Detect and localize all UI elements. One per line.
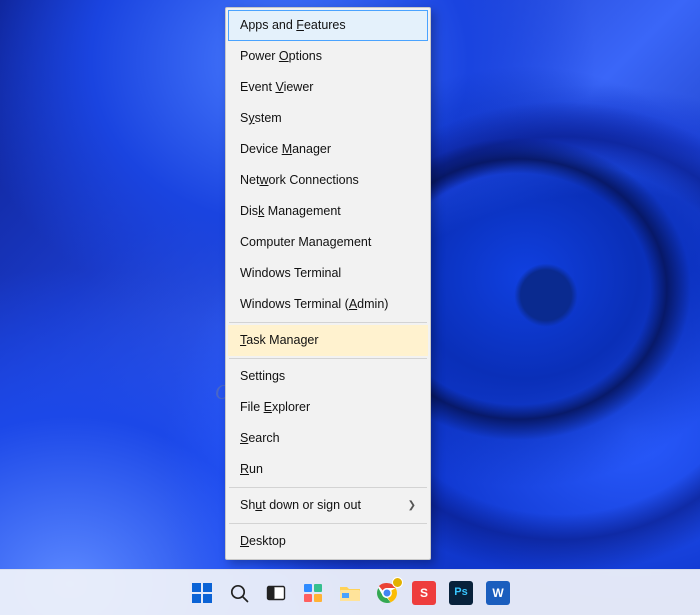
chrome-icon[interactable] — [373, 579, 401, 607]
menu-item-label: System — [240, 110, 282, 127]
menu-item-file-explorer[interactable]: File Explorer — [228, 392, 428, 423]
start-button[interactable] — [188, 579, 216, 607]
snagit-icon[interactable]: S — [410, 579, 438, 607]
menu-item-label: Windows Terminal — [240, 265, 341, 282]
taskbar: S Ps W — [0, 569, 700, 615]
menu-item-device-manager[interactable]: Device Manager — [228, 134, 428, 165]
menu-item-event-viewer[interactable]: Event Viewer — [228, 72, 428, 103]
menu-item-run[interactable]: Run — [228, 454, 428, 485]
menu-item-label: File Explorer — [240, 399, 310, 416]
search-icon[interactable] — [225, 579, 253, 607]
menu-item-label: Settings — [240, 368, 285, 385]
menu-item-task-manager[interactable]: Task Manager — [228, 325, 428, 356]
menu-item-computer-management[interactable]: Computer Management — [228, 227, 428, 258]
menu-item-search[interactable]: Search — [228, 423, 428, 454]
menu-item-label: Disk Management — [240, 203, 341, 220]
menu-item-settings[interactable]: Settings — [228, 361, 428, 392]
menu-item-label: Search — [240, 430, 280, 447]
menu-item-label: Power Options — [240, 48, 322, 65]
menu-item-windows-terminal-admin[interactable]: Windows Terminal (Admin) — [228, 289, 428, 320]
menu-item-apps-and-features[interactable]: Apps and Features — [228, 10, 428, 41]
menu-item-label: Event Viewer — [240, 79, 313, 96]
word-icon[interactable]: W — [484, 579, 512, 607]
chevron-right-icon: ❯ — [408, 497, 416, 514]
menu-item-power-options[interactable]: Power Options — [228, 41, 428, 72]
menu-separator — [229, 523, 427, 524]
menu-item-label: Windows Terminal (Admin) — [240, 296, 388, 313]
menu-item-system[interactable]: System — [228, 103, 428, 134]
menu-item-label: Computer Management — [240, 234, 371, 251]
menu-item-label: Device Manager — [240, 141, 331, 158]
menu-item-label: Network Connections — [240, 172, 359, 189]
menu-separator — [229, 322, 427, 323]
menu-separator — [229, 487, 427, 488]
menu-item-label: Shut down or sign out — [240, 497, 361, 514]
menu-item-label: Task Manager — [240, 332, 319, 349]
photoshop-icon[interactable]: Ps — [447, 579, 475, 607]
menu-item-network-connections[interactable]: Network Connections — [228, 165, 428, 196]
widgets-icon[interactable] — [299, 579, 327, 607]
task-view-icon[interactable] — [262, 579, 290, 607]
menu-item-label: Apps and Features — [240, 17, 346, 34]
menu-item-disk-management[interactable]: Disk Management — [228, 196, 428, 227]
menu-separator — [229, 358, 427, 359]
menu-item-label: Run — [240, 461, 263, 478]
winx-context-menu: Apps and Features Power Options Event View… — [225, 7, 431, 560]
menu-item-label: Desktop — [240, 533, 286, 550]
file-explorer-icon[interactable] — [336, 579, 364, 607]
menu-item-shut-down-or-sign-out[interactable]: Shut down or sign out ❯ — [228, 490, 428, 521]
menu-item-windows-terminal[interactable]: Windows Terminal — [228, 258, 428, 289]
menu-item-desktop[interactable]: Desktop — [228, 526, 428, 557]
